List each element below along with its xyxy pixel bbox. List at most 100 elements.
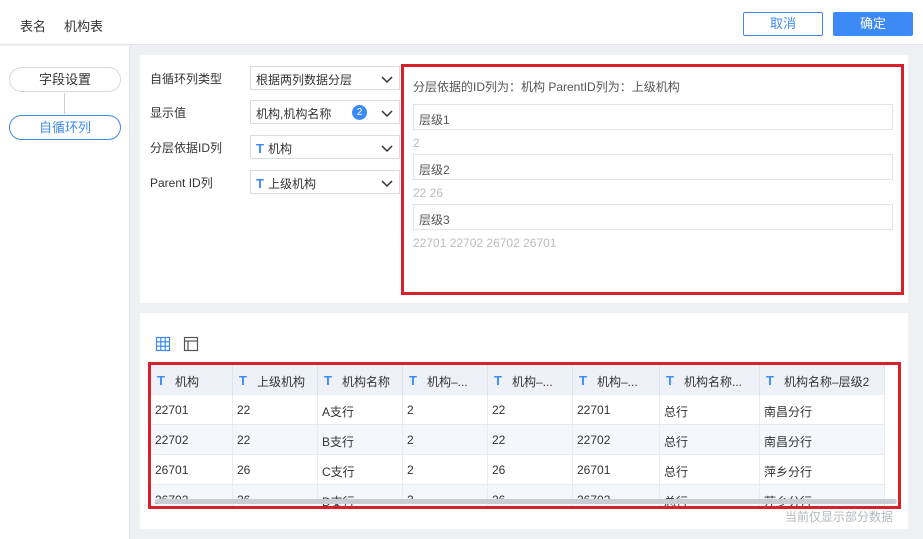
step-self-loop[interactable]: 自循环列 (9, 115, 121, 140)
hierarchy-preview: 分层依据的ID列为：机构 ParentID列为：上级机构 层级1 2 层级2 2… (401, 64, 904, 295)
table-cell: B支行 (318, 425, 403, 455)
column-header-label: 机构 (175, 375, 200, 389)
table-cell: 22701 (573, 395, 660, 425)
card-view-icon[interactable] (183, 336, 199, 352)
loop-type-label: 自循环列类型 (150, 72, 223, 86)
table-cell: 26701 (573, 455, 660, 485)
level-2-name: 层级2 (419, 163, 450, 177)
column-header[interactable]: T 机构–... (403, 365, 488, 395)
cell-value: 26701 (155, 463, 189, 477)
id-column-select[interactable]: T 机构 (250, 135, 400, 159)
parent-column-label: Parent ID列 (150, 176, 213, 190)
table-cell: 26702 (573, 485, 660, 506)
data-preview-panel: T 机构 T 上级机构 T 机构名称 T 机构–... T 机构–... T 机构–... T 机构名称.… (140, 313, 908, 529)
table-cell: 南昌分行 (760, 395, 885, 425)
table-cell: 总行 (660, 425, 760, 455)
column-header[interactable]: T 机构名称... (660, 365, 760, 395)
column-header[interactable]: T 机构名称 (318, 365, 403, 395)
cell-value: 22 (237, 433, 251, 447)
cell-value: 2 (407, 463, 414, 477)
cell-value: 南昌分行 (764, 435, 813, 449)
level-1-values: 2 (413, 136, 420, 150)
table-cell: 萍乡分行 (760, 455, 885, 485)
table-cell: C支行 (318, 455, 403, 485)
column-header[interactable]: T 机构–... (573, 365, 660, 395)
cell-value: 总行 (664, 465, 689, 479)
table-cell: 2 (403, 425, 488, 455)
cell-value: B支行 (322, 435, 355, 449)
cancel-button[interactable]: 取消 (743, 12, 823, 36)
grid-view-icon[interactable] (155, 336, 171, 352)
table-cell: 2 (403, 395, 488, 425)
cell-value: 26 (237, 463, 251, 477)
table-cell: 22 (233, 395, 318, 425)
table-cell: 南昌分行 (760, 425, 885, 455)
column-header[interactable]: T 机构–... (488, 365, 573, 395)
table-cell: 26 (233, 485, 318, 506)
text-type-icon: T (256, 176, 264, 191)
cell-value: 南昌分行 (764, 405, 813, 419)
cell-value: 22701 (155, 403, 189, 417)
display-value-select[interactable]: 机构,机构名称 2 (250, 100, 400, 124)
table-cell: 萍乡分行 (760, 485, 885, 506)
table-cell: 22701 (151, 395, 233, 425)
column-header[interactable]: T 机构名称–层级2 (760, 365, 885, 395)
table-cell: 2 (403, 455, 488, 485)
cell-value: C支行 (322, 465, 355, 479)
table-cell: 22702 (151, 425, 233, 455)
table-cell: 22702 (573, 425, 660, 455)
chevron-down-icon (381, 180, 393, 188)
table-name-label: 表名 (20, 19, 47, 34)
parent-column-select[interactable]: T 上级机构 (250, 170, 400, 194)
table-cell: A支行 (318, 395, 403, 425)
level-1-name: 层级1 (419, 113, 450, 127)
partial-data-note: 当前仅显示部分数据 (784, 510, 893, 524)
display-value-label: 显示值 (150, 106, 187, 120)
cell-value: 22 (237, 403, 251, 417)
loop-type-select[interactable]: 根据两列数据分层 (250, 66, 400, 90)
level-1-box: 层级1 (413, 104, 893, 130)
text-type-icon: T (157, 373, 165, 388)
table-cell: 22 (488, 425, 573, 455)
confirm-button[interactable]: 确定 (833, 12, 913, 36)
table-cell: 总行 (660, 485, 760, 506)
column-header[interactable]: T 机构 (151, 365, 233, 395)
column-header[interactable]: T 上级机构 (233, 365, 318, 395)
step-connector (64, 93, 65, 114)
text-type-icon: T (666, 373, 674, 388)
loop-type-value: 根据两列数据分层 (256, 73, 353, 87)
table-row: 22702 22 B支行 2 22 22702 总行 南昌分行 (151, 425, 885, 455)
id-column-label: 分层依据ID列 (150, 141, 223, 155)
display-value-text: 机构,机构名称 (256, 107, 332, 121)
cell-value: 22702 (155, 433, 189, 447)
step-field-settings[interactable]: 字段设置 (9, 67, 121, 92)
cell-value: 2 (407, 403, 414, 417)
table-row: 26701 26 C支行 2 26 26701 总行 萍乡分行 (151, 455, 885, 485)
table-cell: 26701 (151, 455, 233, 485)
cell-value: 2 (407, 433, 414, 447)
cell-value: 26 (492, 463, 506, 477)
table-cell: 22 (233, 425, 318, 455)
text-type-icon: T (324, 373, 332, 388)
cell-value: 总行 (664, 405, 689, 419)
hierarchy-description: 分层依据的ID列为：机构 ParentID列为：上级机构 (413, 80, 680, 94)
horizontal-scrollbar[interactable] (155, 499, 897, 504)
column-header-label: 机构–... (427, 375, 468, 389)
cell-value: 22 (492, 433, 506, 447)
cell-value: 萍乡分行 (764, 465, 813, 479)
table-row: 22701 22 A支行 2 22 22701 总行 南昌分行 (151, 395, 885, 425)
table-cell: 总行 (660, 455, 760, 485)
parent-column-value: 上级机构 (267, 177, 316, 191)
step-navigation: 字段设置 自循环列 (0, 46, 130, 539)
column-header-label: 机构–... (512, 375, 553, 389)
table-cell: 26 (488, 485, 573, 506)
table-cell: 总行 (660, 395, 760, 425)
cell-value: 总行 (664, 435, 689, 449)
data-table: T 机构 T 上级机构 T 机构名称 T 机构–... T 机构–... T 机构–... T 机构名称.… (148, 362, 901, 509)
level-2-values: 22 26 (413, 186, 444, 200)
chevron-down-icon (381, 76, 393, 84)
table-cell: 26702 (151, 485, 233, 506)
text-type-icon: T (409, 373, 417, 388)
level-3-box: 层级3 (413, 204, 893, 230)
column-header-label: 机构名称... (684, 375, 743, 389)
